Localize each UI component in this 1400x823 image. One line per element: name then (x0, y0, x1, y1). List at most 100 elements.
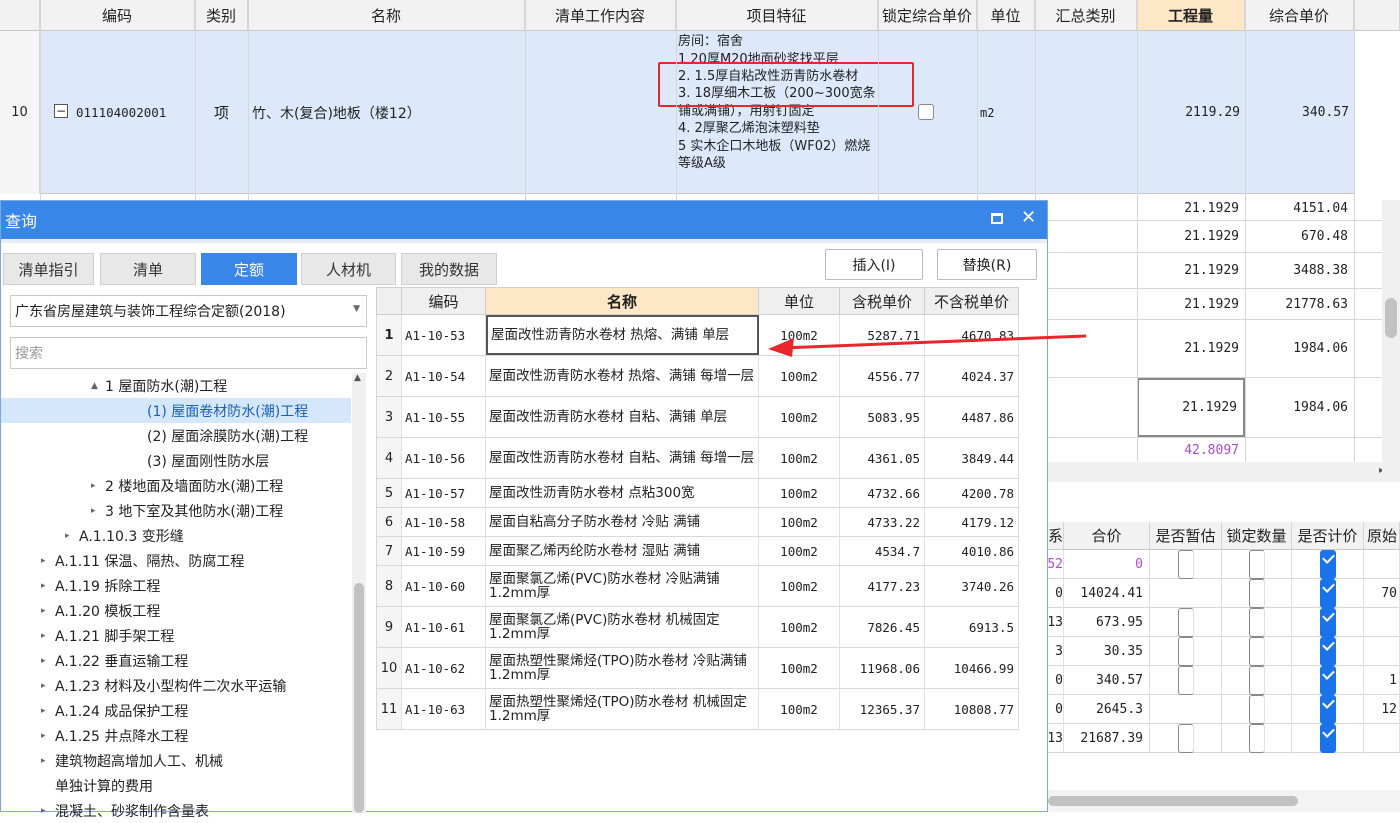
code-cell[interactable]: A1-10-60 (402, 566, 486, 606)
horizontal-scrollbar[interactable]: ▸ (1048, 462, 1388, 482)
notax-price-cell[interactable]: 4200.78 (925, 479, 1019, 507)
checkbox-icon[interactable] (1248, 724, 1265, 753)
expand-right-icon[interactable]: ▸ (65, 531, 79, 541)
col-header-name[interactable]: 名称 (486, 287, 759, 315)
tree-item[interactable]: (2) 屋面涂膜防水(潮)工程 (1, 423, 351, 448)
expand-right-icon[interactable]: ▸ (41, 631, 55, 641)
price-cell[interactable]: 670.48 (1245, 221, 1354, 252)
checkmark-icon[interactable] (1319, 695, 1336, 724)
notax-price-cell[interactable]: 10808.77 (925, 689, 1019, 729)
partial-cell[interactable]: 13 (1048, 724, 1064, 753)
table-row[interactable]: 10 A1-10-62 屋面热塑性聚烯烃(TPO)防水卷材 冷贴满铺 1.2mm厚 1… (376, 648, 1019, 689)
notax-price-cell[interactable]: 4024.37 (925, 356, 1019, 396)
partial-cell[interactable]: 13 (1048, 608, 1064, 637)
expand-right-icon[interactable]: ▸ (41, 756, 55, 766)
col-header-partial[interactable]: 系 (1048, 522, 1064, 550)
notax-price-cell[interactable]: 4179.12 (925, 508, 1019, 536)
tree-item[interactable]: ▸ A.1.22 垂直运输工程 (1, 648, 351, 673)
table-row[interactable]: 11 A1-10-63 屋面热塑性聚烯烃(TPO)防水卷材 机械固定 1.2mm厚 1… (376, 689, 1019, 730)
name-cell[interactable]: 屋面改性沥青防水卷材 热熔、满铺 每增一层 (486, 356, 759, 396)
tax-price-cell[interactable]: 4732.66 (840, 479, 925, 507)
lock-qty-checkbox[interactable] (1222, 666, 1292, 695)
tab-labor-material[interactable]: 人材机 (301, 253, 396, 285)
row-code[interactable]: 011104002001 (76, 31, 194, 194)
name-cell[interactable]: 屋面自粘高分子防水卷材 冷贴 满铺 (486, 508, 759, 536)
lock-qty-checkbox[interactable] (1222, 550, 1292, 579)
vertical-scrollbar[interactable] (1382, 200, 1400, 482)
unit-cell[interactable]: 100m2 (759, 648, 840, 688)
checkbox-icon[interactable] (1177, 550, 1194, 579)
partial-cell[interactable]: 0 (1048, 579, 1064, 608)
tree-item[interactable]: ▸ A.1.11 保温、隔热、防腐工程 (1, 548, 351, 573)
name-cell[interactable]: 屋面改性沥青防水卷材 自粘、满铺 每增一层 (486, 438, 759, 478)
tree-item[interactable]: ▸ 3 地下室及其他防水(潮)工程 (1, 498, 351, 523)
scrollbar-thumb[interactable] (1385, 298, 1397, 338)
code-cell[interactable]: A1-10-54 (402, 356, 486, 396)
checkmark-icon[interactable] (1319, 724, 1336, 753)
tree-item[interactable]: ▸ A.1.21 脚手架工程 (1, 623, 351, 648)
table-row[interactable]: 8 A1-10-60 屋面聚氯乙烯(PVC)防水卷材 冷贴满铺 1.2mm厚 100m… (376, 566, 1019, 607)
tree-item[interactable]: ▸ 建筑物超高增加人工、机械 (1, 748, 351, 773)
notax-price-cell[interactable]: 4010.86 (925, 537, 1019, 565)
tax-price-cell[interactable]: 4556.77 (840, 356, 925, 396)
checkbox-icon[interactable] (1177, 724, 1194, 753)
priced-checkbox[interactable] (1292, 695, 1364, 724)
maximize-icon[interactable] (991, 213, 1003, 224)
col-header-unit[interactable]: 单位 (977, 0, 1035, 31)
table-row[interactable]: 5 A1-10-57 屋面改性沥青防水卷材 点粘300宽 100m2 4732.66 42… (376, 479, 1019, 508)
col-header-priced[interactable]: 是否计价 (1292, 522, 1364, 550)
notax-price-cell[interactable]: 6913.5 (925, 607, 1019, 647)
col-header-code[interactable]: 编码 (40, 0, 195, 31)
scrollbar-thumb[interactable] (1048, 796, 1298, 806)
table-row[interactable]: 13 21687.39 (1048, 724, 1400, 753)
priced-checkbox[interactable] (1292, 579, 1364, 608)
table-row[interactable]: 4 A1-10-56 屋面改性沥青防水卷材 自粘、满铺 每增一层 100m2 4361.… (376, 438, 1019, 479)
partial-cell[interactable]: 0 (1048, 666, 1064, 695)
unit-cell[interactable]: 100m2 (759, 607, 840, 647)
col-header-total[interactable]: 合价 (1064, 522, 1150, 550)
chevron-down-icon[interactable]: ▼ (353, 304, 360, 314)
estimate-checkbox[interactable] (1150, 579, 1222, 608)
estimate-checkbox[interactable] (1150, 724, 1222, 753)
tab-quota[interactable]: 定额 (201, 253, 297, 285)
tree-item[interactable]: 单独计算的费用 (1, 773, 351, 798)
scrollbar-thumb[interactable] (354, 583, 364, 813)
table-row[interactable]: 3 30.35 (1048, 637, 1400, 666)
expand-right-icon[interactable]: ▸ (91, 506, 105, 516)
col-header-tax-price[interactable]: 含税单价 (840, 287, 925, 315)
checkbox-icon[interactable] (1248, 666, 1265, 695)
priced-checkbox[interactable] (1292, 666, 1364, 695)
row-unit-price[interactable]: 340.57 (1245, 31, 1349, 194)
tax-price-cell[interactable]: 11968.06 (840, 648, 925, 688)
col-header-work-content[interactable]: 清单工作内容 (525, 0, 676, 31)
col-header-original[interactable]: 原始 (1364, 522, 1400, 550)
checkmark-icon[interactable] (1319, 608, 1336, 637)
table-row[interactable]: 7 A1-10-59 屋面聚乙烯丙纶防水卷材 湿贴 满铺 100m2 4534.7 401… (376, 537, 1019, 566)
price-cell[interactable]: 1984.06 (1245, 320, 1354, 377)
tax-price-cell[interactable]: 12365.37 (840, 689, 925, 729)
col-header-notax-price[interactable]: 不含税单价 (925, 287, 1019, 315)
name-cell[interactable]: 屋面改性沥青防水卷材 热熔、满铺 单层 (486, 315, 759, 355)
qty-cell[interactable]: 21.1929 (1137, 289, 1245, 319)
price-cell[interactable]: 3488.38 (1245, 253, 1354, 288)
table-row[interactable]: 0 340.57 1 (1048, 666, 1400, 695)
original-cell[interactable] (1364, 550, 1400, 579)
collapse-icon[interactable]: − (54, 104, 68, 118)
unit-cell[interactable]: 100m2 (759, 508, 840, 536)
close-icon[interactable]: ✕ (1021, 207, 1036, 228)
estimate-checkbox[interactable] (1150, 666, 1222, 695)
unit-cell[interactable]: 100m2 (759, 689, 840, 729)
total-cell[interactable]: 14024.41 (1064, 579, 1150, 608)
table-row[interactable]: 42.8097 (1037, 438, 1392, 462)
original-cell[interactable]: 12 (1364, 695, 1400, 724)
priced-checkbox[interactable] (1292, 608, 1364, 637)
estimate-checkbox[interactable] (1150, 550, 1222, 579)
tree-item[interactable]: ▸ A.1.23 材料及小型构件二次水平运输 (1, 673, 351, 698)
unit-cell[interactable]: 100m2 (759, 566, 840, 606)
tree-item[interactable]: (3) 屋面刚性防水层 (1, 448, 351, 473)
lock-price-checkbox[interactable] (918, 103, 936, 121)
col-header-unit[interactable]: 单位 (759, 287, 840, 315)
partial-cell[interactable]: 52 (1048, 550, 1064, 579)
estimate-checkbox[interactable] (1150, 695, 1222, 724)
name-cell[interactable]: 屋面热塑性聚烯烃(TPO)防水卷材 冷贴满铺 1.2mm厚 (486, 648, 759, 688)
